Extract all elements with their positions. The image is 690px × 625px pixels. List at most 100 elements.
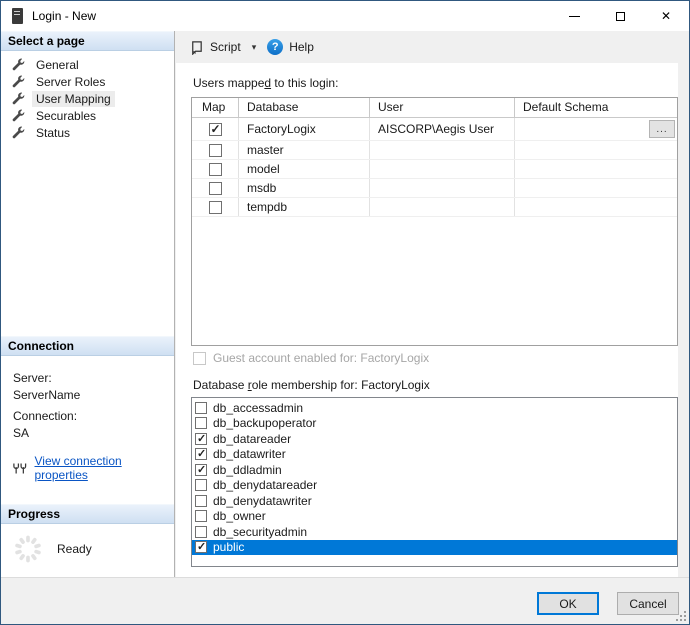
sidebar-item-label: General bbox=[32, 57, 83, 73]
role-item[interactable]: db_datawriter bbox=[192, 447, 677, 463]
role-item-public[interactable]: public bbox=[192, 540, 677, 556]
connection-label: Connection: bbox=[13, 409, 164, 423]
column-header-map: Map bbox=[192, 98, 239, 118]
role-label: db_securityadmin bbox=[213, 525, 307, 539]
database-cell: tempdb bbox=[239, 198, 370, 216]
connection-header: Connection bbox=[1, 336, 174, 356]
ok-button[interactable]: OK bbox=[537, 592, 599, 615]
role-checkbox[interactable] bbox=[195, 541, 207, 553]
role-checkbox[interactable] bbox=[195, 417, 207, 429]
progress-spinner-icon bbox=[13, 534, 43, 564]
role-checkbox[interactable] bbox=[195, 526, 207, 538]
server-value: ServerName bbox=[13, 388, 164, 402]
connection-properties-icon bbox=[13, 462, 27, 475]
role-item[interactable]: db_denydatawriter bbox=[192, 493, 677, 509]
role-label: db_accessadmin bbox=[213, 401, 303, 415]
toolbar: Script ▾ ? Help bbox=[176, 31, 689, 63]
connection-section: Connection Server: ServerName Connection… bbox=[1, 336, 174, 482]
role-checkbox[interactable] bbox=[195, 495, 207, 507]
database-cell: master bbox=[239, 141, 370, 159]
progress-status: Ready bbox=[57, 542, 92, 556]
sidebar-item-server-roles[interactable]: Server Roles bbox=[1, 73, 174, 90]
role-item[interactable]: db_denydatareader bbox=[192, 478, 677, 494]
cancel-button[interactable]: Cancel bbox=[617, 592, 679, 615]
server-login-icon bbox=[12, 8, 23, 24]
user-cell bbox=[370, 198, 515, 216]
role-label: public bbox=[213, 540, 244, 554]
database-cell: FactoryLogix bbox=[239, 118, 370, 140]
role-item[interactable]: db_ddladmin bbox=[192, 462, 677, 478]
window-controls: ✕ bbox=[551, 1, 689, 31]
role-checkbox[interactable] bbox=[195, 464, 207, 476]
table-row: model bbox=[192, 160, 677, 179]
sidebar-item-label: Server Roles bbox=[32, 74, 109, 90]
sidebar-item-securables[interactable]: Securables bbox=[1, 107, 174, 124]
sidebar-item-label: Securables bbox=[32, 108, 100, 124]
sidebar-item-user-mapping[interactable]: User Mapping bbox=[1, 90, 174, 107]
sidebar-item-general[interactable]: General bbox=[1, 56, 174, 73]
close-button[interactable]: ✕ bbox=[643, 1, 689, 31]
login-new-dialog: Login - New ✕ Select a page General Serv… bbox=[0, 0, 690, 625]
database-cell: model bbox=[239, 160, 370, 178]
user-cell: AISCORP\Aegis User bbox=[370, 118, 515, 140]
maximize-button[interactable] bbox=[597, 1, 643, 31]
wrench-icon bbox=[10, 74, 25, 89]
role-label: db_owner bbox=[213, 509, 266, 523]
role-membership-label: Database role membership for: FactoryLog… bbox=[193, 378, 430, 392]
table-row: tempdb bbox=[192, 198, 677, 217]
user-cell bbox=[370, 160, 515, 178]
role-item[interactable]: db_owner bbox=[192, 509, 677, 525]
guest-account-row: Guest account enabled for: FactoryLogix bbox=[193, 351, 429, 365]
table-row: msdb bbox=[192, 179, 677, 198]
help-icon: ? bbox=[267, 39, 283, 55]
script-button[interactable]: Script bbox=[184, 37, 246, 58]
help-button[interactable]: ? Help bbox=[262, 36, 319, 58]
guest-account-label: Guest account enabled for: FactoryLogix bbox=[213, 351, 429, 365]
role-checkbox[interactable] bbox=[195, 510, 207, 522]
role-checkbox[interactable] bbox=[195, 402, 207, 414]
default-schema-cell bbox=[515, 179, 677, 197]
role-checkbox[interactable] bbox=[195, 448, 207, 460]
minimize-button[interactable] bbox=[551, 1, 597, 31]
role-label: db_datareader bbox=[213, 432, 291, 446]
footer-bar: OK Cancel bbox=[1, 577, 689, 624]
wrench-icon bbox=[10, 108, 25, 123]
map-checkbox[interactable] bbox=[209, 123, 222, 136]
sidebar-item-label: User Mapping bbox=[32, 91, 115, 107]
map-checkbox[interactable] bbox=[209, 163, 222, 176]
user-mapping-page: Users mapped to this login: Map Database… bbox=[176, 63, 678, 579]
help-label: Help bbox=[289, 40, 314, 54]
default-schema-cell bbox=[515, 160, 677, 178]
table-row: master bbox=[192, 141, 677, 160]
progress-section: Progress Ready bbox=[1, 504, 174, 564]
browse-schema-button[interactable]: ... bbox=[649, 120, 675, 138]
user-cell bbox=[370, 141, 515, 159]
map-checkbox[interactable] bbox=[209, 182, 222, 195]
select-a-page-header: Select a page bbox=[1, 31, 174, 51]
wrench-icon bbox=[10, 125, 25, 140]
map-checkbox[interactable] bbox=[209, 144, 222, 157]
role-item[interactable]: db_securityadmin bbox=[192, 524, 677, 540]
page-list: General Server Roles User Mapping Secura… bbox=[1, 51, 174, 141]
map-checkbox[interactable] bbox=[209, 201, 222, 214]
role-item[interactable]: db_backupoperator bbox=[192, 416, 677, 432]
wrench-icon bbox=[10, 57, 25, 72]
wrench-icon bbox=[10, 91, 25, 106]
role-item[interactable]: db_datareader bbox=[192, 431, 677, 447]
role-checkbox[interactable] bbox=[195, 479, 207, 491]
role-item[interactable]: db_accessadmin bbox=[192, 400, 677, 416]
window-title: Login - New bbox=[32, 9, 96, 23]
table-header-row: Map Database User Default Schema bbox=[192, 98, 677, 118]
role-checkbox[interactable] bbox=[195, 433, 207, 445]
users-mapped-table: Map Database User Default Schema Factory… bbox=[191, 97, 678, 346]
view-connection-properties-link[interactable]: View connection properties bbox=[35, 454, 165, 482]
sidebar-item-status[interactable]: Status bbox=[1, 124, 174, 141]
script-dropdown-arrow[interactable]: ▾ bbox=[246, 39, 263, 56]
maximize-icon bbox=[616, 12, 625, 21]
column-header-database: Database bbox=[239, 98, 370, 118]
sidebar: Select a page General Server Roles User … bbox=[1, 31, 175, 579]
minimize-icon bbox=[569, 16, 580, 17]
script-icon bbox=[189, 40, 204, 55]
title-bar: Login - New ✕ bbox=[1, 1, 689, 31]
resize-grip[interactable] bbox=[675, 610, 687, 622]
